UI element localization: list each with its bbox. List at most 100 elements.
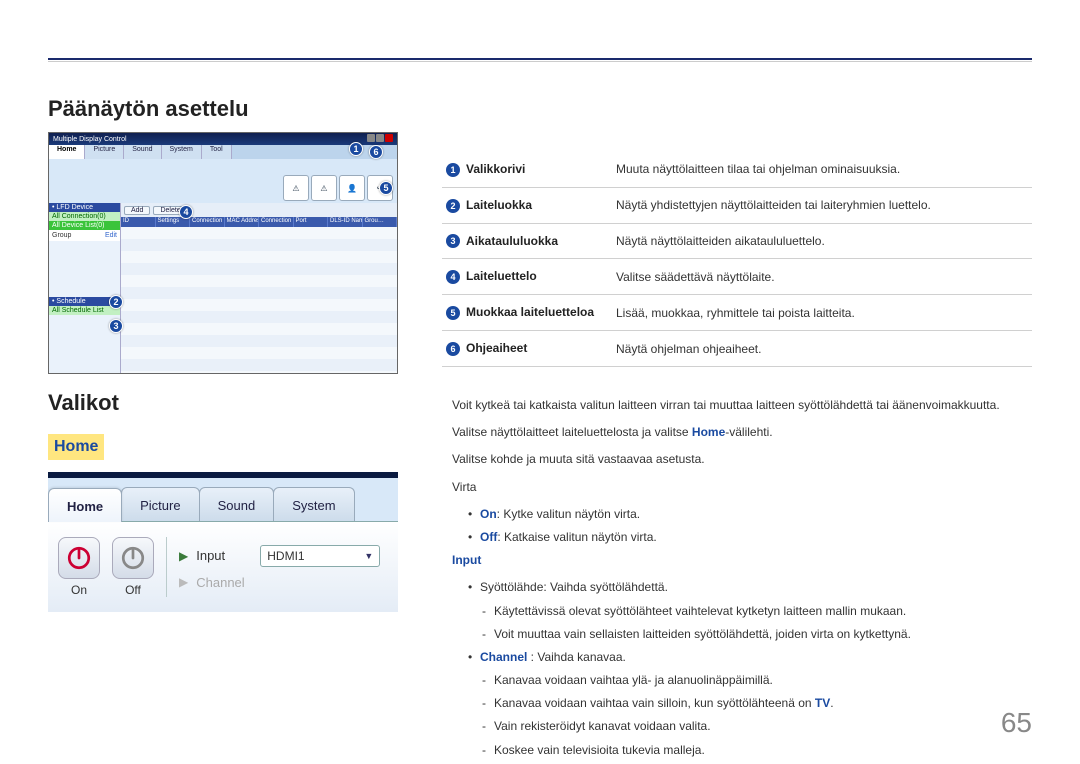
btn-add[interactable]: Add xyxy=(124,206,150,215)
fault-device-alert-icon[interactable]: ⚠ xyxy=(311,175,337,201)
power-on-icon xyxy=(66,545,92,571)
tab-system[interactable]: System xyxy=(162,145,202,159)
power-on-button[interactable]: On xyxy=(58,537,100,597)
virta-list: On: Kytke valitun näytön virta. Off: Kat… xyxy=(468,505,1032,547)
virta-on: On: Kytke valitun näytön virta. xyxy=(468,505,1032,524)
channel-txt: : Vaihda kanavaa. xyxy=(527,650,626,664)
feat-desc-6: Näytä ohjelman ohjeaiheet. xyxy=(612,331,1032,367)
section1-right: 1 Valikkorivi Muuta näyttölaitteen tilaa t… xyxy=(442,152,1032,367)
hdr-dls: DLS-ID Nam… xyxy=(328,217,363,227)
side-all-schedule-list[interactable]: All Schedule List xyxy=(49,306,120,315)
app-tabs: Home Picture Sound System Tool xyxy=(49,145,397,159)
tab-home[interactable]: Home xyxy=(49,145,85,159)
tab-sound-2[interactable]: Sound xyxy=(199,487,275,521)
virta-label: Virta xyxy=(452,478,1032,497)
app-sidebar: • LFD Device All Connection(0) All Devic… xyxy=(49,203,121,374)
home-highlight: Home xyxy=(48,434,104,460)
channel-row: ▶ Channel xyxy=(179,575,380,590)
side-group-edit[interactable]: Edit xyxy=(105,232,117,239)
hdr-conn-type: Connection Type xyxy=(259,217,294,227)
chevron-down-icon: ▼ xyxy=(364,551,373,561)
feature-row: 1 Valikkorivi Muuta näyttölaitteen tilaa t… xyxy=(442,152,1032,187)
badge-6: 6 xyxy=(446,342,460,356)
callout-2: 2 xyxy=(109,295,123,309)
hdr-id: ID xyxy=(121,217,156,227)
hdr-mac: MAC Address xyxy=(225,217,260,227)
section2-right: Voit kytkeä tai katkaista valitun laitte… xyxy=(452,396,1032,764)
feature-row: 3AikataululuokkaNäytä näyttölaitteiden a… xyxy=(442,223,1032,259)
feature-row: 5Muokkaa laiteluetteloaLisää, muokkaa, r… xyxy=(442,295,1032,331)
page-number: 65 xyxy=(1001,707,1032,739)
side-all-connection[interactable]: All Connection(0) xyxy=(49,212,120,221)
input-list: Syöttölähde: Vaihda syöttölähdettä. xyxy=(468,578,1032,597)
feat-label-1: Valikkorivi xyxy=(466,162,525,176)
window-buttons xyxy=(366,134,393,144)
power-on-label: On xyxy=(71,583,87,597)
grid-body xyxy=(121,227,397,374)
off-kw: Off xyxy=(480,530,497,544)
tab-system-2[interactable]: System xyxy=(273,487,354,521)
tab-picture[interactable]: Picture xyxy=(85,145,124,159)
side-header-device: • LFD Device xyxy=(49,203,120,212)
power-off-icon xyxy=(120,545,146,571)
grid-header: ID Settings Connection Status MAC Addres… xyxy=(121,217,397,227)
feature-table: 1 Valikkorivi Muuta näyttölaitteen tilaa t… xyxy=(442,152,1032,367)
ch-sub2b: . xyxy=(830,696,833,710)
side-group: Group Edit xyxy=(49,230,120,241)
feature-row: 6 Ohjeaiheet Näytä ohjelman ohjeaiheet. xyxy=(442,331,1032,367)
power-off-button[interactable]: Off xyxy=(112,537,154,597)
app-toolbar: ⚠ ⚠ 👤 ↪ xyxy=(49,159,397,203)
callout-1: 1 xyxy=(349,142,363,156)
desc-p2-kw: Home xyxy=(692,425,725,439)
input-sublist: Käytettävissä olevat syöttölähteet vaiht… xyxy=(482,602,1032,644)
channel-list: Channel : Vaihda kanavaa. xyxy=(468,648,1032,667)
input-li: Syöttölähde: Vaihda syöttölähdettä. xyxy=(468,578,1032,597)
input-sub1: Käytettävissä olevat syöttölähteet vaiht… xyxy=(482,602,1032,621)
section2: Valikot Home Home Picture Sound System O… xyxy=(48,374,1032,390)
desc-p2a: Valitse näyttölaitteet laiteluettelosta … xyxy=(452,425,692,439)
tab-tool[interactable]: Tool xyxy=(202,145,232,159)
hdr-port: Port xyxy=(294,217,329,227)
power-off-label: Off xyxy=(125,583,141,597)
desc-p2b: -välilehti. xyxy=(725,425,772,439)
ch-sub2: Kanavaa voidaan vaihtaa vain silloin, ku… xyxy=(482,694,1032,713)
input-select[interactable]: HDMI1 ▼ xyxy=(260,545,380,567)
side-all-device-list[interactable]: All Device List(0) xyxy=(49,221,120,230)
user-settings-icon[interactable]: 👤 xyxy=(339,175,365,201)
badge-3: 3 xyxy=(446,234,460,248)
feat-desc-4: Valitse säädettävä näyttölaite. xyxy=(612,259,1032,295)
ch-sub2-kw: TV xyxy=(815,696,830,710)
callout-4: 4 xyxy=(179,205,193,219)
channel-kw: Channel xyxy=(480,650,527,664)
ch-sub4: Koskee vain televisioita tukevia malleja… xyxy=(482,741,1032,760)
section2-left: Valikot Home Home Picture Sound System O… xyxy=(48,390,448,612)
desc-p1: Voit kytkeä tai katkaista valitun laitte… xyxy=(452,396,1032,415)
app-main: Add Delete ID Settings Connection Status… xyxy=(121,203,397,374)
tab-sound[interactable]: Sound xyxy=(124,145,161,159)
hdr-conn-status: Connection Status xyxy=(190,217,225,227)
feature-row: 2LaiteluokkaNäytä yhdistettyjen näyttöla… xyxy=(442,187,1032,223)
feat-label-5: Muokkaa laiteluetteloa xyxy=(466,305,594,319)
input-sub2: Voit muuttaa vain sellaisten laitteiden … xyxy=(482,625,1032,644)
fault-device-icon[interactable]: ⚠ xyxy=(283,175,309,201)
feat-desc-3: Näytä näyttölaitteiden aikataululuettelo… xyxy=(612,223,1032,259)
tab-picture-2[interactable]: Picture xyxy=(121,487,199,521)
page-top-rule xyxy=(48,58,1032,62)
tab-home-2[interactable]: Home xyxy=(48,488,122,522)
input-row: ▶ Input HDMI1 ▼ xyxy=(179,545,380,567)
feat-label-6: Ohjeaiheet xyxy=(466,341,527,355)
tabmock-tabs: Home Picture Sound System xyxy=(48,478,398,522)
callout-6: 6 xyxy=(369,145,383,159)
section2-title: Valikot xyxy=(48,390,448,416)
section1-title: Päänäytön asettelu xyxy=(48,96,398,122)
hdr-group: Grou… xyxy=(363,217,398,227)
section1-left: Päänäytön asettelu Multiple Display Cont… xyxy=(48,96,398,374)
ch-sub1: Kanavaa voidaan vaihtaa ylä- ja alanuoli… xyxy=(482,671,1032,690)
arrow-icon-disabled: ▶ xyxy=(179,575,188,589)
feat-desc-1: Muuta näyttölaitteen tilaa tai ohjelman … xyxy=(612,152,1032,187)
on-txt: : Kytke valitun näytön virta. xyxy=(497,507,640,521)
channel-sublist: Kanavaa voidaan vaihtaa ylä- ja alanuoli… xyxy=(482,671,1032,760)
badge-1: 1 xyxy=(446,163,460,177)
channel-li: Channel : Vaihda kanavaa. xyxy=(468,648,1032,667)
desc-p2: Valitse näyttölaitteet laiteluettelosta … xyxy=(452,423,1032,442)
